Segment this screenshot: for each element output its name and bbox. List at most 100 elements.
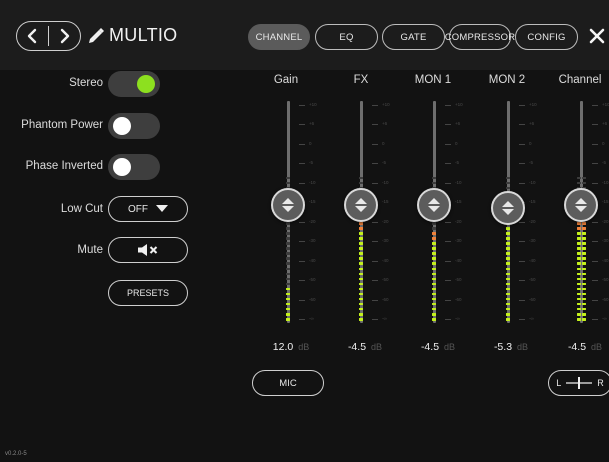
- up-down-arrows-icon: [282, 198, 294, 213]
- value-gain: 12.0 dB: [256, 341, 326, 353]
- pencil-icon[interactable]: [87, 27, 105, 45]
- meter-segment: [286, 181, 290, 185]
- presets-button[interactable]: PRESETS: [108, 280, 188, 306]
- meter-segment: [432, 222, 436, 225]
- scale-tick-label: -15: [602, 199, 609, 205]
- meter-segment: [506, 167, 510, 170]
- meter-segment: [506, 111, 510, 114]
- scale-tick-label: 0: [529, 140, 532, 146]
- meter-segment: [359, 232, 363, 235]
- meter-segment: [286, 257, 290, 260]
- meter-segment: [506, 232, 510, 235]
- scale-tick: [519, 299, 525, 301]
- tab-gate[interactable]: GATE: [382, 24, 445, 50]
- forward-button[interactable]: [49, 22, 80, 50]
- meter-segment: [359, 167, 363, 170]
- tab-config[interactable]: CONFIG: [515, 24, 578, 50]
- meter-segment: [286, 317, 290, 321]
- scale-tick-label: -5: [529, 160, 534, 166]
- meter-segment: [286, 297, 290, 301]
- scale-tick: [299, 319, 305, 320]
- stereo-toggle[interactable]: [108, 71, 160, 97]
- meter-segment: [432, 101, 436, 104]
- phantom-power-toggle[interactable]: [108, 113, 160, 139]
- scale-tick-label: +6: [602, 121, 608, 127]
- meter-segment: [506, 131, 510, 134]
- channel-name-gain: Gain: [273, 74, 299, 86]
- tab-eq[interactable]: EQ: [315, 24, 378, 50]
- meter-segment: [286, 252, 290, 255]
- scale-tick-label: -60: [455, 296, 462, 302]
- scale-tick-label: -∞: [455, 316, 460, 321]
- scale-tick: [519, 163, 525, 165]
- meter-segment: [359, 272, 363, 276]
- up-down-arrows-icon: [428, 198, 440, 213]
- meter-segment: [582, 121, 586, 124]
- scale-tick: [519, 241, 525, 243]
- meter-segment: [582, 312, 586, 316]
- meter-segment: [432, 237, 436, 240]
- meter-segment: [577, 287, 581, 291]
- scale-tick-label: +10: [309, 102, 317, 107]
- meter-segment: [432, 277, 436, 281]
- value-unit: dB: [298, 342, 310, 352]
- value-unit: dB: [371, 342, 383, 352]
- phase-inverted-toggle[interactable]: [108, 154, 160, 180]
- fader-handle-mon2[interactable]: [491, 190, 525, 225]
- scale-tick-label: -60: [309, 296, 316, 302]
- meter-segment: [577, 277, 581, 281]
- scale-tick-label: -30: [382, 238, 389, 244]
- scale-tick-label: -10: [529, 179, 536, 185]
- meter-segment: [577, 222, 581, 225]
- value-number: -4.5: [347, 341, 367, 353]
- scale-tick-label: 0: [602, 140, 605, 146]
- input-source-button[interactable]: MIC: [252, 370, 324, 396]
- meter-segment: [286, 176, 290, 180]
- meter-segment: [577, 176, 581, 180]
- scale-tick: [299, 182, 305, 184]
- meter-segment: [359, 146, 363, 149]
- low-cut-value: OFF: [128, 203, 148, 215]
- pan-control[interactable]: L R: [548, 370, 609, 396]
- meter-segment: [359, 312, 363, 316]
- tab-compressor[interactable]: COMPRESSOR: [445, 24, 515, 50]
- scale-tick-label: -30: [529, 238, 536, 244]
- low-cut-dropdown[interactable]: OFF: [108, 196, 188, 222]
- meter-segment: [582, 172, 586, 175]
- meter-segment: [286, 242, 290, 245]
- value-number: -5.3: [493, 341, 513, 353]
- scale-tick: [372, 105, 378, 106]
- meter-segment: [359, 242, 363, 245]
- meter-segment: [577, 247, 581, 250]
- scale-tick-label: -50: [602, 277, 609, 283]
- scale-tick-label: -5: [602, 160, 607, 166]
- meter-segment: [577, 141, 581, 144]
- scale-tick-label: -20: [602, 218, 609, 224]
- scale-tick-label: +10: [382, 102, 390, 107]
- stereo-label: Stereo: [69, 77, 103, 89]
- scale-tick-label: -40: [382, 257, 389, 263]
- meter-segment: [582, 167, 586, 170]
- meter-segment: [577, 267, 581, 271]
- mute-button[interactable]: [108, 237, 188, 263]
- scale-tick-label: -50: [382, 277, 389, 283]
- scale-tick: [445, 105, 451, 106]
- scale-tick: [299, 105, 305, 106]
- scale-tick: [445, 221, 451, 223]
- close-icon[interactable]: [588, 27, 606, 45]
- nav-arrows: [16, 21, 81, 51]
- meter-segment: [582, 297, 586, 301]
- scale-tick: [299, 124, 305, 126]
- scale-tick-label: -10: [455, 179, 462, 185]
- meter-segment: [359, 176, 363, 180]
- back-button[interactable]: [17, 22, 48, 50]
- meter-segment: [286, 237, 290, 240]
- scale-tick: [299, 260, 305, 262]
- meter-segment: [359, 101, 363, 104]
- scale-tick: [299, 221, 305, 223]
- scale-tick: [372, 241, 378, 243]
- meter-segment: [582, 317, 586, 321]
- meter-segment: [577, 292, 581, 296]
- meter-segment: [506, 317, 510, 321]
- tab-channel[interactable]: CHANNEL: [248, 24, 310, 50]
